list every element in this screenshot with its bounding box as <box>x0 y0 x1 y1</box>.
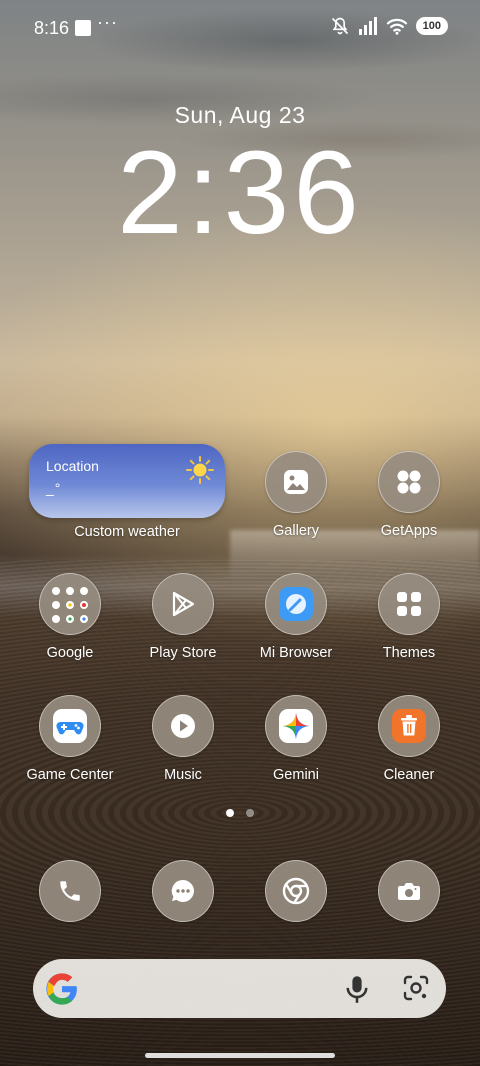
gesture-navigation-bar[interactable] <box>145 1053 335 1058</box>
messages-icon <box>152 860 214 922</box>
dock-chrome[interactable] <box>241 860 351 922</box>
app-label: Music <box>164 767 202 783</box>
app-music[interactable]: Music <box>128 695 238 783</box>
microphone-icon[interactable] <box>343 974 371 1004</box>
dock-camera[interactable] <box>354 860 464 922</box>
gemini-icon <box>265 695 327 757</box>
game-center-icon <box>39 695 101 757</box>
folder-google[interactable]: Google <box>15 573 125 661</box>
play-store-icon <box>152 573 214 635</box>
app-game-center[interactable]: Game Center <box>15 695 125 783</box>
signal-icon <box>358 17 377 35</box>
cleaner-icon <box>378 695 440 757</box>
app-label: Themes <box>382 645 436 661</box>
sun-icon <box>186 456 214 484</box>
getapps-icon <box>378 451 440 513</box>
status-icons: 100 <box>330 16 448 36</box>
app-mi-browser[interactable]: Mi Browser <box>241 573 351 661</box>
page-indicator <box>246 809 254 817</box>
status-time: 8:16 <box>34 18 70 38</box>
mi-browser-icon <box>265 573 327 635</box>
google-folder-icon <box>39 573 101 635</box>
mute-icon <box>331 17 348 35</box>
google-search-bar[interactable] <box>33 959 446 1018</box>
app-label: Google <box>46 645 94 661</box>
weather-widget[interactable]: Location _° <box>29 444 225 518</box>
gallery-icon <box>265 451 327 513</box>
weather-temperature: _° <box>46 480 62 496</box>
chrome-icon <box>265 860 327 922</box>
battery-indicator: 100 <box>415 17 448 35</box>
app-label: Gemini <box>273 767 319 783</box>
notification-square-icon <box>75 20 91 36</box>
app-cleaner[interactable]: Cleaner <box>354 695 464 783</box>
status-bar: 8:16 ··· 100 <box>0 0 480 56</box>
app-gemini[interactable]: Gemini <box>241 695 351 783</box>
google-g-icon[interactable] <box>45 972 79 1006</box>
app-label: Cleaner <box>383 767 435 783</box>
app-label: GetApps <box>380 523 438 539</box>
app-label: Mi Browser <box>259 645 333 661</box>
dock-messages[interactable] <box>128 860 238 922</box>
weather-widget-label: Custom weather <box>74 524 180 540</box>
phone-icon <box>39 860 101 922</box>
music-icon <box>152 695 214 757</box>
weather-location: Location <box>46 458 99 474</box>
date-text[interactable]: Sun, Aug 23 <box>0 102 480 129</box>
app-play-store[interactable]: Play Store <box>128 573 238 661</box>
app-getapps[interactable]: GetApps <box>354 451 464 539</box>
page-indicator-active <box>226 809 234 817</box>
themes-icon <box>378 573 440 635</box>
app-label: Play Store <box>149 645 217 661</box>
camera-icon <box>378 860 440 922</box>
more-notifications-icon: ··· <box>97 12 118 32</box>
app-themes[interactable]: Themes <box>354 573 464 661</box>
wifi-icon <box>386 18 407 35</box>
app-gallery[interactable]: Gallery <box>241 451 351 539</box>
clock-widget[interactable]: 2:36 <box>0 128 480 258</box>
dock-phone[interactable] <box>15 860 125 922</box>
google-lens-icon[interactable] <box>402 974 430 1002</box>
app-label: Gallery <box>273 523 319 539</box>
app-label: Game Center <box>26 767 114 783</box>
